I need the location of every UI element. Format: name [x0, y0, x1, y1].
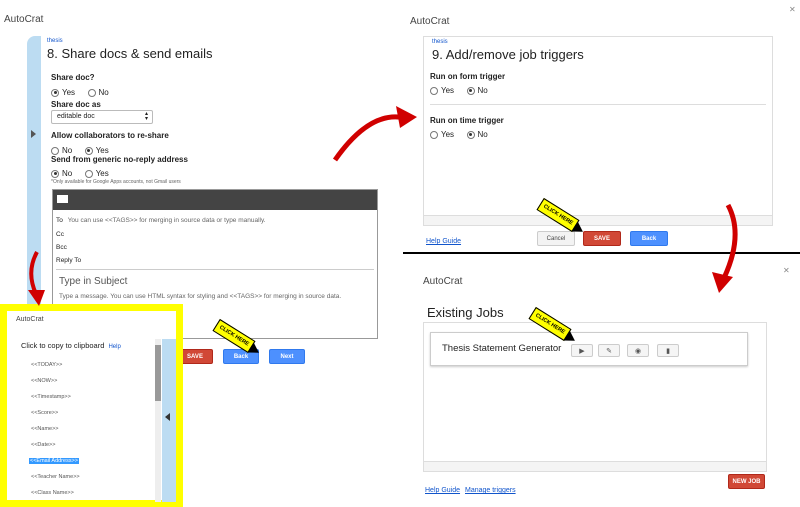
red-arrows	[28, 106, 738, 306]
arrow-to-clipboard-head	[28, 290, 45, 306]
arrow-to-jobs	[721, 203, 738, 280]
arrow-to-jobs-head	[712, 272, 733, 293]
arrow-to-step9	[332, 114, 406, 162]
arrow-to-step9-head	[396, 106, 417, 128]
arrow-to-clipboard	[29, 251, 39, 295]
